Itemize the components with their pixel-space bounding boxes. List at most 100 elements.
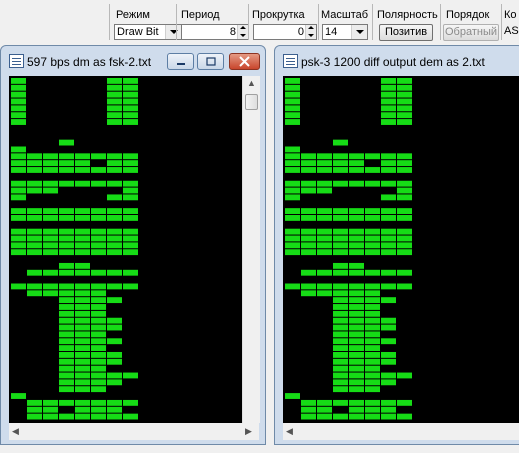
bit-cell	[349, 167, 364, 173]
bit-cell	[349, 180, 364, 187]
scroll-up-icon[interactable]: ▲	[247, 78, 256, 88]
spin-arrows-icon[interactable]	[237, 25, 248, 39]
bit-cell	[107, 84, 122, 91]
bit-cell	[43, 228, 58, 235]
bit-cell	[59, 290, 74, 297]
scale-label: Масштаб	[321, 9, 369, 21]
bit-cell	[349, 406, 364, 413]
bit-cell	[349, 399, 364, 406]
bit-cell	[365, 208, 380, 214]
bit-cell	[59, 372, 74, 379]
bit-cell	[75, 310, 90, 317]
bit-display[interactable]	[283, 76, 519, 423]
polarity-button[interactable]: Позитив	[379, 24, 433, 41]
bit-cell	[59, 345, 74, 351]
order-group: Порядок Обратный	[440, 4, 499, 41]
document-window-1[interactable]: 597 bps dm as fsk-2.txt ▲ ◀ ▶	[0, 45, 266, 445]
bit-cell	[27, 208, 42, 214]
spin-arrows-icon[interactable]	[305, 25, 316, 39]
bit-cell	[301, 406, 316, 413]
bit-cell	[27, 180, 42, 187]
bit-cell	[91, 269, 106, 276]
bit-cell	[301, 249, 316, 256]
bit-cell	[11, 194, 26, 201]
scroll-thumb[interactable]	[245, 94, 258, 110]
bit-cell	[91, 283, 106, 290]
chevron-down-icon[interactable]	[351, 25, 367, 39]
bit-cell	[43, 290, 58, 297]
period-spinner[interactable]: 8	[181, 24, 249, 40]
bit-cell	[75, 324, 90, 331]
bit-cell	[381, 399, 396, 406]
document-window-2[interactable]: psk-3 1200 diff output dem as 2.txt ◀	[274, 45, 519, 445]
bit-cell	[43, 406, 58, 413]
minimize-button[interactable]	[167, 53, 194, 70]
bit-cell	[91, 386, 106, 393]
bit-cell	[397, 84, 412, 91]
bit-cell	[365, 283, 380, 290]
bit-cell	[107, 180, 122, 187]
chevron-down-icon[interactable]	[165, 25, 181, 39]
bit-cell	[317, 399, 332, 406]
order-button[interactable]: Обратный	[443, 24, 499, 41]
bit-cell	[365, 372, 380, 379]
bit-cell	[317, 160, 332, 167]
scroll-right-icon[interactable]: ▶	[245, 426, 252, 437]
bit-cell	[91, 406, 106, 413]
scroll-spinner[interactable]: 0	[253, 24, 317, 40]
horizontal-scrollbar[interactable]: ◀ ▶	[9, 423, 259, 440]
bit-cell	[75, 297, 90, 304]
bit-cell	[123, 235, 138, 242]
bit-cell	[43, 235, 58, 242]
bit-cell	[301, 228, 316, 235]
bit-cell	[27, 249, 42, 256]
bit-cell	[107, 235, 122, 242]
bit-cell	[59, 153, 74, 160]
bit-cell	[91, 345, 106, 351]
bit-cell	[381, 153, 396, 160]
bit-cell	[59, 331, 74, 338]
bit-cell	[43, 249, 58, 256]
bit-cell	[123, 119, 138, 125]
scroll-left-icon[interactable]: ◀	[286, 426, 293, 437]
bit-cell	[75, 180, 90, 187]
bit-cell	[349, 345, 364, 351]
bit-cell	[59, 262, 74, 269]
restore-button[interactable]	[197, 53, 224, 70]
mode-select[interactable]: Draw Bit	[114, 24, 182, 40]
bit-display[interactable]	[9, 76, 242, 423]
code-value[interactable]: AS	[504, 25, 519, 37]
bit-cell	[333, 379, 348, 386]
bit-cell	[349, 365, 364, 372]
bit-cell	[333, 324, 348, 331]
bit-cell	[317, 283, 332, 290]
scroll-left-icon[interactable]: ◀	[12, 426, 19, 437]
bit-cell	[365, 269, 380, 276]
bit-cell	[317, 413, 332, 420]
bit-cell	[123, 399, 138, 406]
close-button[interactable]	[229, 53, 260, 70]
bit-cell	[59, 399, 74, 406]
bit-cell	[107, 379, 122, 386]
bit-cell	[397, 187, 412, 194]
bit-cell	[59, 269, 74, 276]
bit-cell	[365, 167, 380, 173]
bit-cell	[59, 160, 74, 167]
bit-cell	[365, 386, 380, 393]
scale-select[interactable]: 14	[322, 24, 368, 40]
bit-cell	[123, 242, 138, 249]
bit-cell	[349, 269, 364, 276]
bit-cell	[349, 386, 364, 393]
bit-cell	[349, 235, 364, 242]
bit-cell	[27, 242, 42, 249]
scale-group: Масштаб 14	[318, 4, 368, 40]
bit-cell	[43, 242, 58, 249]
bit-cell	[91, 180, 106, 187]
horizontal-scrollbar[interactable]: ◀	[283, 423, 519, 440]
vertical-scrollbar[interactable]: ▲	[242, 76, 260, 423]
bit-cell	[365, 310, 380, 317]
bit-cell	[365, 324, 380, 331]
bit-cell	[75, 365, 90, 372]
period-group: Период 8	[176, 4, 249, 40]
bit-cell	[397, 242, 412, 249]
